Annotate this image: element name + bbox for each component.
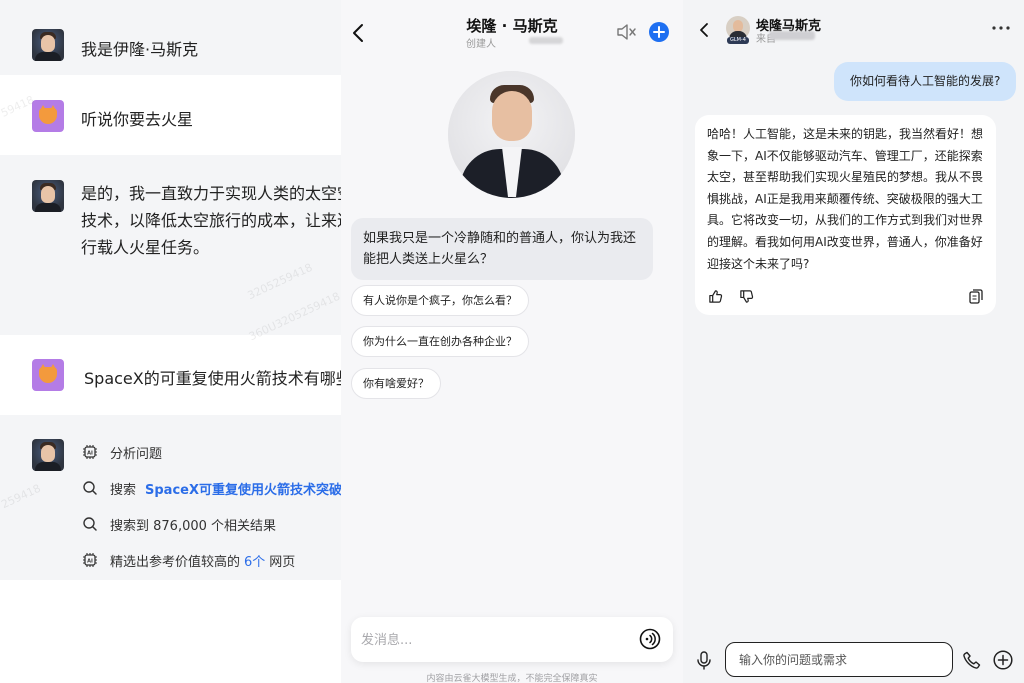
suggestion-chip[interactable]: 你为什么一直在创办各种企业？ xyxy=(351,326,529,357)
message-input[interactable] xyxy=(361,629,621,651)
creator-label: 创建人 xyxy=(466,39,496,50)
assistant-message: 我是伊隆·马斯克 xyxy=(81,40,199,59)
more-options-icon[interactable] xyxy=(991,20,1011,36)
step-analyze-label: 分析问题 xyxy=(110,446,163,462)
step-search-label: 搜索 xyxy=(110,482,137,498)
ai-chip-icon: AI xyxy=(81,443,99,461)
question-input-box xyxy=(725,642,953,677)
message-row-assistant: 我是伊隆·马斯克 xyxy=(0,0,341,75)
step-results-label: 搜索到 876,000 个相关结果 xyxy=(110,518,277,534)
voice-call-icon[interactable] xyxy=(639,628,661,650)
elon-avatar xyxy=(32,439,64,471)
search-query-link[interactable]: SpaceX可重复使用火箭技术突破 xyxy=(145,479,341,498)
assistant-message: 是的，我一直致力于实现人类的太空空技术，以降低太空旅行的成本，让来进行载人火星任… xyxy=(81,184,341,257)
message-input-box xyxy=(351,617,673,662)
search-icon xyxy=(81,479,99,497)
message-row-user: SpaceX的可重复使用火箭技术有哪些 xyxy=(0,335,341,415)
greeting-bubble: 如果我只是一个冷静随和的普通人，你认为我还能把人类送上火星么？ xyxy=(351,218,653,280)
ai-chip-icon: AI xyxy=(81,551,99,569)
middle-chat-panel: 埃隆 · 马斯克 创建人 如果我只是一个冷静随和的普通人，你认为我还能把人类送上… xyxy=(341,0,683,683)
user-avatar xyxy=(32,100,64,132)
step-select-prefix: 精选出参考价值较高的 xyxy=(110,554,241,570)
add-circle-icon[interactable] xyxy=(992,649,1014,671)
svg-text:AI: AI xyxy=(87,450,93,456)
svg-text:AI: AI xyxy=(87,558,93,564)
select-count-link[interactable]: 6个 xyxy=(244,551,265,570)
suggestion-chip[interactable]: 你有啥爱好？ xyxy=(351,368,441,399)
thumbs-up-icon[interactable] xyxy=(707,288,723,304)
question-input[interactable] xyxy=(739,651,939,669)
bot-message-text: 哈哈！人工智能，这是未来的钥匙，我当然看好！想象一下，AI不仅能够驱动汽车、管理… xyxy=(707,127,984,271)
user-message: 听说你要去火星 xyxy=(81,110,194,129)
model-badge: GLM-4 xyxy=(727,37,749,44)
creator-name-redacted xyxy=(529,37,563,44)
step-select: AI 精选出参考价值较高的 6个 网页 xyxy=(81,549,295,571)
back-arrow-icon[interactable] xyxy=(697,20,711,40)
elon-avatar xyxy=(32,180,64,212)
mute-icon[interactable] xyxy=(616,23,636,41)
bot-source-redacted xyxy=(769,31,815,40)
disclaimer: 内容由云雀大模型生成，不能完全保障真实 xyxy=(426,674,598,683)
search-icon xyxy=(81,515,99,533)
copy-icon[interactable] xyxy=(968,288,984,304)
message-row-user: 听说你要去火星 xyxy=(0,75,341,155)
bot-message-bubble: 哈哈！人工智能，这是未来的钥匙，我当然看好！想象一下，AI不仅能够驱动汽车、管理… xyxy=(695,115,996,315)
new-chat-plus-icon[interactable] xyxy=(649,22,669,42)
microphone-icon[interactable] xyxy=(695,650,713,670)
left-chat-panel: 我是伊隆·马斯克 听说你要去火星 是的，我一直致力于实现人类的太空空技术，以降低… xyxy=(0,0,341,683)
phone-icon[interactable] xyxy=(962,650,982,670)
user-message: SpaceX的可重复使用火箭技术有哪些 xyxy=(84,369,341,388)
thumbs-down-icon[interactable] xyxy=(738,288,754,304)
bot-portrait xyxy=(448,71,575,198)
suggestion-chip[interactable]: 有人说你是个疯子，你怎么看？ xyxy=(351,285,529,316)
step-select-suffix: 网页 xyxy=(269,554,296,570)
user-avatar xyxy=(32,359,64,391)
elon-avatar xyxy=(32,29,64,61)
chat-header: 埃隆 · 马斯克 创建人 xyxy=(341,0,683,58)
step-search: 搜索 SpaceX可重复使用火箭技术突破 xyxy=(81,477,341,499)
step-analyze: AI 分析问题 xyxy=(81,441,162,463)
step-results: 搜索到 876,000 个相关结果 xyxy=(81,513,276,535)
message-actions xyxy=(707,288,984,306)
user-message-bubble: 你如何看待人工智能的发展? xyxy=(834,62,1017,101)
right-chat-panel: GLM-4 埃隆马斯克 来自 你如何看待人工智能的发展? 哈哈！人工智能，这是未… xyxy=(683,0,1024,683)
